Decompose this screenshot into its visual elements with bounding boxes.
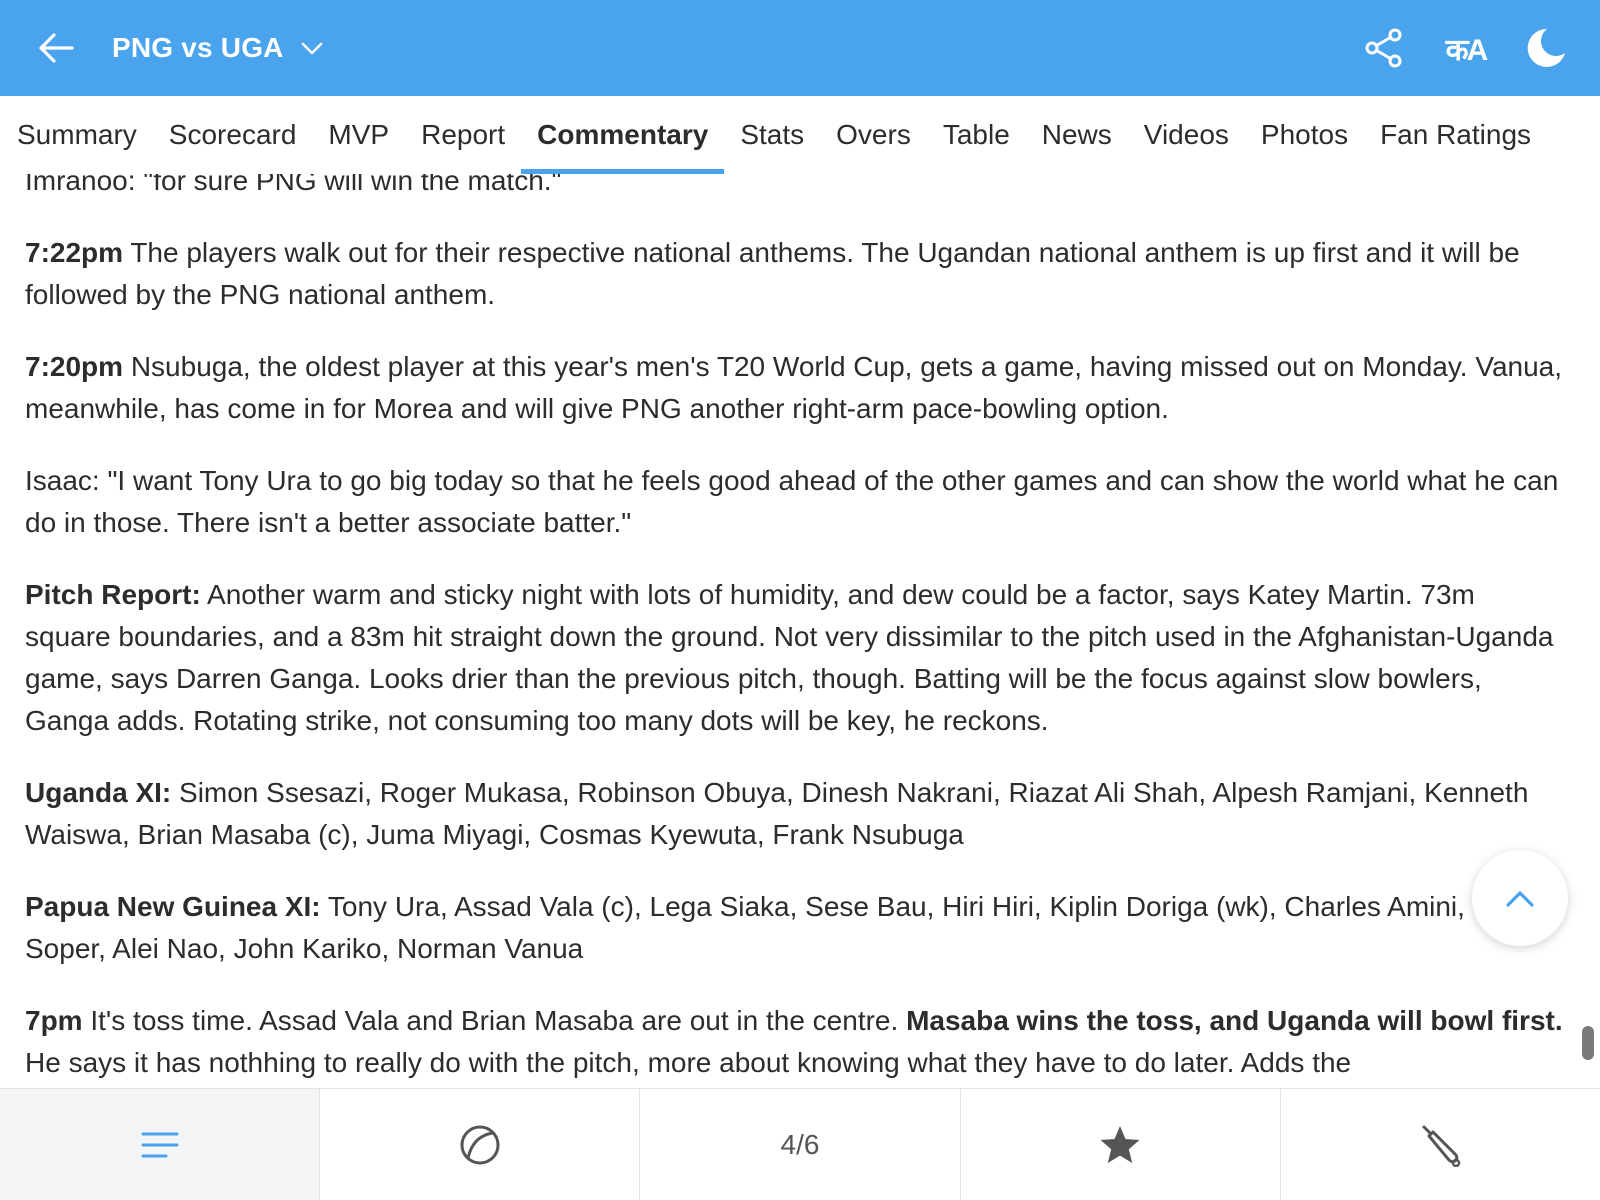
nav-commentary[interactable] [0, 1089, 321, 1200]
share-button[interactable] [1360, 26, 1408, 70]
nav-batting[interactable] [1281, 1089, 1600, 1200]
commentary-item: Imranoo: "for sure PNG will win the matc… [25, 174, 562, 196]
toss-result: Masaba wins the toss, and Uganda will bo… [906, 1005, 1563, 1036]
tab-videos[interactable]: Videos [1128, 96, 1245, 174]
tab-bar: Summary Scorecard MVP Report Commentary … [0, 96, 1600, 174]
bottom-nav: 4/6 [0, 1088, 1600, 1200]
match-title: PNG vs UGA [112, 32, 284, 63]
commentary-time: 7:20pm [25, 351, 124, 382]
language-button[interactable]: कA [1438, 26, 1494, 70]
tab-news[interactable]: News [1026, 96, 1128, 174]
commentary-item: 7:20pm Nsubuga, the oldest player at thi… [25, 351, 1563, 424]
commentary-heading: Uganda XI: [25, 777, 172, 808]
match-selector[interactable]: PNG vs UGA [112, 26, 324, 70]
commentary-item: Pitch Report: Another warm and sticky ni… [25, 579, 1554, 736]
tab-summary[interactable]: Summary [0, 96, 153, 174]
app-header: PNG vs UGA कA [0, 0, 1600, 96]
page-indicator: 4/6 [780, 1128, 820, 1160]
nav-favourites[interactable] [961, 1089, 1281, 1200]
commentary-time: 7:22pm [25, 237, 124, 268]
tab-photos[interactable]: Photos [1245, 96, 1364, 174]
commentary-heading: Pitch Report: [25, 579, 201, 610]
scrollbar-thumb[interactable] [1582, 1026, 1594, 1060]
nav-live[interactable] [320, 1089, 641, 1200]
tab-overs[interactable]: Overs [820, 96, 927, 174]
commentary-heading: Papua New Guinea XI: [25, 891, 321, 922]
bat-icon [1422, 1125, 1461, 1167]
commentary-item: 7pm It's toss time. Assad Vala and Brian… [25, 1005, 1563, 1078]
commentary-item: Papua New Guinea XI: Tony Ura, Assad Val… [25, 891, 1540, 964]
scroll-to-top-button[interactable] [1472, 850, 1568, 946]
chevron-up-icon [1506, 891, 1534, 907]
share-icon [1365, 28, 1402, 68]
menu-lines-icon [141, 1132, 179, 1157]
chevron-down-icon [301, 42, 322, 55]
commentary-item: Uganda XI: Simon Ssesazi, Roger Mukasa, … [25, 777, 1529, 850]
back-button[interactable] [36, 28, 76, 68]
tab-table[interactable]: Table [927, 96, 1026, 174]
star-icon [1100, 1125, 1140, 1163]
dark-mode-button[interactable] [1522, 26, 1570, 70]
ball-icon [460, 1125, 500, 1164]
commentary-item: Isaac: "I want Tony Ura to go big today … [25, 465, 1559, 538]
language-icon: कA [1445, 33, 1489, 67]
moon-icon [1527, 28, 1565, 67]
commentary-item: 7:22pm The players walk out for their re… [25, 237, 1520, 310]
tab-commentary[interactable]: Commentary [521, 96, 725, 174]
commentary-feed[interactable]: Imranoo: "for sure PNG will win the matc… [0, 174, 1600, 1088]
commentary-time: 7pm [25, 1005, 83, 1036]
tab-report[interactable]: Report [405, 96, 521, 174]
back-arrow-icon [39, 33, 74, 63]
tab-fan-ratings[interactable]: Fan Ratings [1364, 96, 1547, 174]
tab-mvp[interactable]: MVP [312, 96, 405, 174]
tab-stats[interactable]: Stats [724, 96, 820, 174]
nav-page-indicator[interactable]: 4/6 [640, 1089, 961, 1200]
tab-scorecard[interactable]: Scorecard [153, 96, 313, 174]
